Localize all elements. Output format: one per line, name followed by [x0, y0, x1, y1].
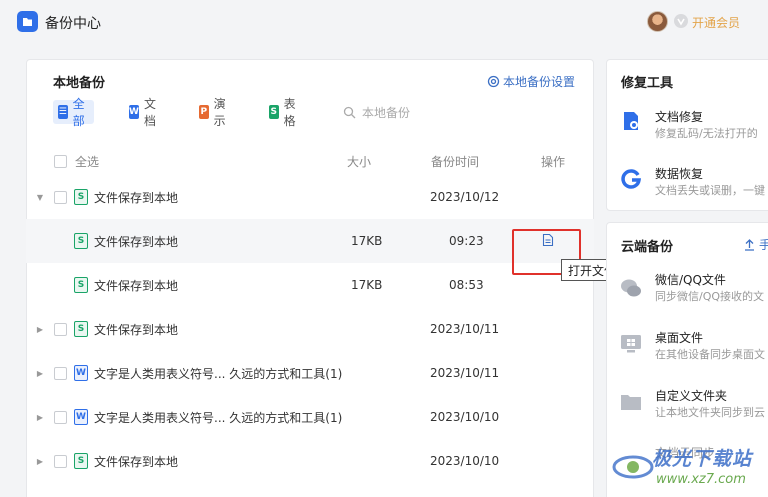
- table-row[interactable]: S 文件保存到本地 17KB 08:53: [26, 263, 594, 307]
- select-all-label: 全选: [75, 154, 100, 169]
- cloud-sync-title: 文档云同步: [655, 446, 716, 460]
- action-column-header: 操作: [541, 154, 566, 169]
- upload-label: 手: [759, 238, 768, 252]
- backup-time: 2023/10/10: [430, 410, 500, 424]
- doc-repair-title: 文档修复: [655, 110, 704, 124]
- sheet-file-icon: S: [74, 453, 88, 469]
- time-column-header: 备份时间: [431, 154, 480, 169]
- data-recovery-icon: [621, 169, 641, 189]
- tab-sheets[interactable]: S 表格: [264, 97, 305, 128]
- table-row[interactable]: S 文件保存到本地 17KB 09:23: [26, 219, 594, 263]
- vip-button[interactable]: 开通会员: [692, 14, 740, 31]
- doc-repair-item[interactable]: 文档修复 修复乱码/无法打开的: [620, 108, 768, 144]
- file-name: 文件保存到本地: [94, 190, 179, 205]
- ppt-icon: P: [199, 105, 209, 119]
- settings-label: 本地备份设置: [503, 75, 576, 89]
- file-name: 文件保存到本地: [94, 234, 179, 249]
- desktop-files-desc: 在其他设备同步桌面文: [655, 348, 765, 361]
- select-all-checkbox[interactable]: [54, 148, 67, 174]
- custom-folder-desc: 让本地文件夹同步到云: [655, 406, 765, 419]
- local-backup-title: 本地备份: [53, 76, 106, 91]
- vip-icon[interactable]: [673, 13, 689, 29]
- settings-icon: [487, 75, 500, 88]
- local-backup-settings-link[interactable]: 本地备份设置: [487, 73, 575, 90]
- sheet-file-icon: S: [74, 321, 88, 337]
- expand-icon[interactable]: ▶: [35, 307, 45, 351]
- file-name: 文字是人类用表义符号... 久远的方式和工具(1): [94, 366, 343, 381]
- backup-time: 2023/10/11: [430, 322, 500, 336]
- sheet-icon: S: [269, 105, 279, 119]
- wechat-qq-desc: 同步微信/QQ接收的文: [655, 290, 765, 303]
- file-size: 17KB: [351, 234, 383, 248]
- sheet-file-icon: S: [74, 277, 88, 293]
- file-size: 17KB: [351, 278, 383, 292]
- data-recovery-item[interactable]: 数据恢复 文档丢失或误删，一键: [620, 165, 768, 201]
- repair-tools-title: 修复工具: [621, 76, 674, 91]
- wechat-qq-title: 微信/QQ文件: [655, 273, 726, 287]
- tab-all-label: 全部: [72, 97, 85, 128]
- cloud-sync-item[interactable]: 文档云同步: [620, 444, 768, 480]
- backup-time: 09:23: [449, 234, 484, 248]
- manual-upload-link[interactable]: 手: [744, 236, 768, 253]
- tab-sheets-label: 表格: [283, 97, 296, 128]
- search-icon: [343, 106, 356, 118]
- row-checkbox[interactable]: [54, 395, 67, 439]
- backup-time: 2023/10/11: [430, 366, 500, 380]
- tab-slides-label: 演示: [213, 97, 226, 128]
- file-name: 文件保存到本地: [94, 454, 179, 469]
- list-icon: ☰: [58, 105, 68, 119]
- tab-all[interactable]: ☰ 全部: [53, 97, 95, 128]
- row-checkbox[interactable]: [54, 307, 67, 351]
- app-title: 备份中心: [45, 16, 101, 32]
- word-file-icon: W: [74, 365, 88, 381]
- cloud-backup-title: 云端备份: [621, 240, 674, 255]
- file-name: 文件保存到本地: [94, 322, 179, 337]
- upload-icon: [745, 238, 754, 251]
- backup-time: 2023/10/12: [430, 190, 500, 204]
- row-checkbox[interactable]: [54, 175, 67, 219]
- table-row[interactable]: ▶ W 文字是人类用表义符号... 久远的方式和工具(1) 2023/10/11: [26, 351, 594, 395]
- custom-folder-item[interactable]: 自定义文件夹 让本地文件夹同步到云: [620, 387, 768, 423]
- expand-icon[interactable]: ▶: [35, 351, 45, 395]
- file-name: 文件保存到本地: [94, 278, 179, 293]
- word-file-icon: W: [74, 409, 88, 425]
- table-row[interactable]: ▼ S 文件保存到本地 2023/10/12: [26, 175, 594, 219]
- desktop-icon: [621, 335, 641, 353]
- file-name: 文字是人类用表义符号... 久远的方式和工具(1): [94, 410, 343, 425]
- data-recovery-desc: 文档丢失或误删，一键: [655, 184, 765, 197]
- tab-slides[interactable]: P 演示: [194, 97, 235, 128]
- row-checkbox[interactable]: [54, 439, 67, 483]
- tab-docs-label: 文档: [143, 97, 156, 128]
- desktop-files-title: 桌面文件: [655, 331, 704, 345]
- collapse-icon[interactable]: ▼: [35, 175, 45, 219]
- table-header: 全选 大小 备份时间 操作: [26, 148, 594, 174]
- size-column-header: 大小: [347, 154, 372, 169]
- table-row[interactable]: ▶ W 文字是人类用表义符号... 久远的方式和工具(1) 2023/10/10: [26, 395, 594, 439]
- custom-folder-title: 自定义文件夹: [655, 389, 728, 403]
- word-icon: W: [129, 105, 139, 119]
- table-row[interactable]: ▶ S 文件保存到本地 2023/10/11: [26, 307, 594, 351]
- local-search-input[interactable]: 本地备份: [343, 100, 410, 124]
- chat-icon: [621, 279, 641, 297]
- user-avatar[interactable]: [647, 11, 668, 32]
- row-checkbox[interactable]: [54, 351, 67, 395]
- table-row[interactable]: ▶ S 文件保存到本地 2023/10/10: [26, 439, 594, 483]
- data-recovery-title: 数据恢复: [655, 167, 704, 181]
- folder-icon: [621, 395, 641, 410]
- desktop-files-item[interactable]: 桌面文件 在其他设备同步桌面文: [620, 329, 768, 365]
- expand-icon[interactable]: ▶: [35, 439, 45, 483]
- backup-time: 2023/10/10: [430, 454, 500, 468]
- doc-repair-icon: [624, 112, 638, 130]
- search-placeholder: 本地备份: [362, 105, 411, 120]
- tab-docs[interactable]: W 文档: [124, 97, 165, 128]
- backup-time: 08:53: [449, 278, 484, 292]
- title-bar: 备份中心 开通会员: [0, 0, 768, 44]
- doc-repair-desc: 修复乱码/无法打开的: [655, 127, 758, 140]
- wechat-qq-files-item[interactable]: 微信/QQ文件 同步微信/QQ接收的文: [620, 271, 768, 307]
- expand-icon[interactable]: ▶: [35, 395, 45, 439]
- backup-logo-icon: [17, 11, 38, 32]
- sheet-file-icon: S: [74, 233, 88, 249]
- sheet-file-icon: S: [74, 189, 88, 205]
